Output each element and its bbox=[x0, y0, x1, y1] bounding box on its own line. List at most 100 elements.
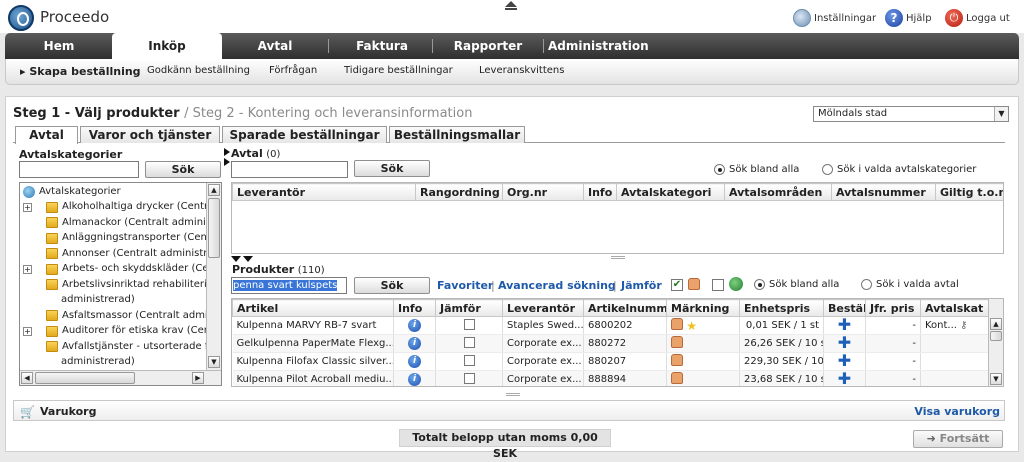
col-info[interactable]: Info bbox=[583, 183, 617, 201]
tree-item[interactable]: Annonser (Centralt administrer bbox=[23, 247, 217, 261]
info-icon[interactable]: i bbox=[408, 337, 421, 350]
avtal-search-button[interactable]: Sök bbox=[354, 160, 430, 177]
avtal-search-input[interactable] bbox=[231, 161, 348, 178]
expand-icon[interactable]: + bbox=[23, 326, 32, 336]
tree-item[interactable]: + Alkoholhaltiga drycker (Central bbox=[23, 200, 217, 214]
thumb-filter-checkbox[interactable]: ✔ bbox=[671, 279, 683, 291]
tree-hscroll-thumb[interactable] bbox=[35, 372, 135, 384]
cell-bestall[interactable]: ✚ bbox=[823, 352, 866, 371]
tree-horizontal-scrollbar[interactable]: ◀ ▶ bbox=[20, 370, 221, 385]
product-radio-all[interactable]: Sök bland alla bbox=[754, 279, 839, 290]
table-row[interactable]: Kulpenna Pilot Acroball mediu... i Corpora… bbox=[232, 370, 990, 386]
favoriter-link[interactable]: Favoriter bbox=[437, 279, 493, 292]
resize-arrows-icon[interactable] bbox=[231, 256, 255, 262]
tab-hem[interactable]: Hem bbox=[19, 33, 99, 59]
col-info[interactable]: Info bbox=[393, 299, 436, 317]
cell-info[interactable]: i bbox=[393, 370, 436, 386]
compare-checkbox[interactable] bbox=[463, 372, 475, 384]
settings-link[interactable]: Inställningar bbox=[793, 8, 876, 28]
avtal-radio-all[interactable]: Sök bland alla bbox=[714, 164, 799, 175]
cell-info[interactable]: i bbox=[393, 334, 436, 353]
products-scroll-thumb[interactable] bbox=[990, 331, 1002, 341]
scroll-up-icon[interactable]: ▲ bbox=[990, 318, 1002, 330]
expand-icon[interactable]: + bbox=[23, 202, 32, 212]
tree-item[interactable]: Anläggningstransporter (Cent bbox=[23, 231, 211, 245]
col-avtalskategori[interactable]: Avtalskategori bbox=[616, 183, 725, 201]
add-to-cart-icon[interactable]: ✚ bbox=[838, 353, 851, 370]
subnav-godkann-bestallning[interactable]: Godkänn beställning bbox=[147, 65, 250, 76]
continue-button[interactable]: ➜ Fortsätt bbox=[913, 430, 1003, 448]
col-avtalsomraden[interactable]: Avtalsområden bbox=[724, 183, 832, 201]
cell-artikel[interactable]: Kulpenna Filofax Classic silver... bbox=[232, 352, 394, 371]
categories-tree[interactable]: Avtalskategorier + Alkoholhaltiga drycker… bbox=[19, 182, 222, 386]
tree-item[interactable]: administrerad) bbox=[61, 293, 135, 307]
cell-bestall[interactable]: ✚ bbox=[823, 370, 866, 386]
table-row[interactable]: Kulpenna Filofax Classic silver... i Corpo… bbox=[232, 352, 990, 371]
tree-item[interactable]: + Arbets- och skyddskläder (Cen bbox=[23, 262, 215, 276]
tab-bestallningsmallar[interactable]: Beställningsmallar bbox=[389, 126, 525, 143]
compare-link[interactable]: Jämför bbox=[621, 279, 662, 292]
radio-selected[interactable] bbox=[754, 279, 765, 290]
splitter-handle[interactable] bbox=[611, 256, 625, 259]
scroll-down-icon[interactable]: ▼ bbox=[208, 356, 220, 368]
tree-item[interactable]: administrerad) bbox=[61, 355, 135, 369]
product-radio-selected[interactable]: Sök i valda avtal bbox=[861, 279, 959, 290]
tab-varor-och-tjanster[interactable]: Varor och tjänster bbox=[80, 126, 220, 143]
tab-inkop[interactable]: Inköp bbox=[112, 33, 222, 60]
cell-info[interactable]: i bbox=[393, 316, 436, 335]
tree-item[interactable]: Almanackor (Centralt administr bbox=[23, 216, 219, 230]
col-markning[interactable]: Märkning bbox=[666, 299, 740, 317]
subnav-skapa-bestallning[interactable]: ▸ Skapa beställning bbox=[20, 65, 141, 78]
location-select[interactable]: Mölndals stad ▼ bbox=[813, 106, 1009, 122]
collapse-left-arrows-icon[interactable] bbox=[224, 146, 230, 166]
tree-scroll-thumb[interactable] bbox=[208, 198, 220, 258]
avtal-radio-selected[interactable]: Sök i valda avtalskategorier bbox=[822, 164, 976, 175]
tree-item[interactable]: Asfaltsmassor (Centralt admini bbox=[23, 309, 217, 323]
subnav-leveranskvittens[interactable]: Leveranskvittens bbox=[479, 65, 564, 76]
info-icon[interactable]: i bbox=[408, 373, 421, 386]
col-jamfor[interactable]: Jämför bbox=[435, 299, 503, 317]
col-leverantor[interactable]: Leverantör bbox=[232, 183, 416, 201]
table-row[interactable]: Kulpenna MARVY RB-7 svart i Staples Swed..… bbox=[232, 316, 990, 335]
tree-item[interactable]: Avfallstjänster - utsorterade fr bbox=[23, 340, 212, 354]
tree-item[interactable]: Arbetslivsinriktad rehabilitering bbox=[23, 278, 219, 292]
add-to-cart-icon[interactable]: ✚ bbox=[838, 335, 851, 352]
cell-info[interactable]: i bbox=[393, 352, 436, 371]
radio-unselected[interactable] bbox=[861, 279, 872, 290]
col-artikel[interactable]: Artikel bbox=[232, 299, 394, 317]
categories-search-input[interactable] bbox=[19, 161, 139, 178]
scroll-down-icon[interactable]: ▼ bbox=[990, 373, 1002, 385]
tab-administration[interactable]: Administration bbox=[548, 33, 649, 59]
cell-bestall[interactable]: ✚ bbox=[823, 316, 866, 335]
product-search-button[interactable]: Sök bbox=[354, 277, 430, 294]
col-avtalsnummer[interactable]: Avtalsnummer bbox=[831, 183, 936, 201]
tree-item[interactable]: + Auditorer för etiska krav (Cent bbox=[23, 324, 214, 338]
expand-icon[interactable]: + bbox=[23, 264, 32, 274]
cell-artikel[interactable]: Kulpenna MARVY RB-7 svart bbox=[232, 316, 394, 335]
tab-sparade-bestallningar[interactable]: Sparade beställningar bbox=[222, 126, 387, 143]
tab-rapporter[interactable]: Rapporter bbox=[438, 33, 538, 59]
splitter-handle[interactable] bbox=[506, 393, 520, 396]
tree-vertical-scrollbar[interactable]: ▲ ▼ bbox=[206, 183, 221, 371]
col-jfr-pris[interactable]: Jfr. pris bbox=[865, 299, 921, 317]
cell-artikel[interactable]: Gelkulpenna PaperMate Flexg... bbox=[232, 334, 394, 353]
products-vertical-scrollbar[interactable]: ▲ ▼ bbox=[988, 299, 1003, 386]
add-to-cart-icon[interactable]: ✚ bbox=[838, 317, 851, 334]
scroll-up-icon[interactable]: ▲ bbox=[208, 184, 220, 196]
subnav-tidigare-bestallningar[interactable]: Tidigare beställningar bbox=[344, 65, 453, 76]
tab-avtal-sub[interactable]: Avtal bbox=[15, 126, 78, 144]
show-cart-link[interactable]: Visa varukorg bbox=[914, 405, 1000, 418]
compare-checkbox[interactable] bbox=[463, 354, 475, 366]
cell-bestall[interactable]: ✚ bbox=[823, 334, 866, 353]
cell-jamfor[interactable] bbox=[435, 352, 503, 371]
collapse-header-icon[interactable] bbox=[504, 0, 518, 10]
col-bestall[interactable]: Beställ bbox=[823, 299, 866, 317]
col-orgnr[interactable]: Org.nr bbox=[502, 183, 584, 201]
col-avtalskat[interactable]: Avtalskat bbox=[920, 299, 990, 317]
scroll-right-icon[interactable]: ▶ bbox=[192, 372, 204, 384]
compare-checkbox[interactable] bbox=[463, 336, 475, 348]
cell-jamfor[interactable] bbox=[435, 316, 503, 335]
col-leverantor[interactable]: Leverantör bbox=[502, 299, 584, 317]
table-row[interactable]: Gelkulpenna PaperMate Flexg... i Corporate… bbox=[232, 334, 990, 353]
radio-unselected[interactable] bbox=[822, 164, 833, 175]
